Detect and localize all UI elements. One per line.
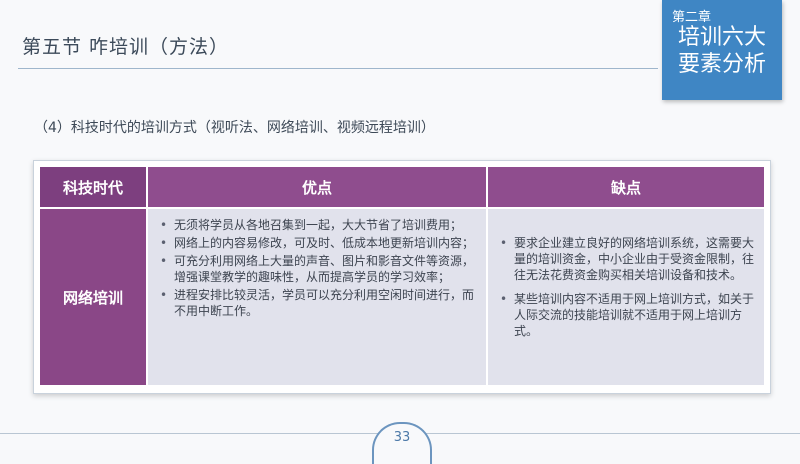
section-subtitle: （4）科技时代的培训方式（视听法、网络培训、视频远程培训）	[34, 120, 435, 136]
chapter-title-line1: 培训六大	[677, 25, 766, 50]
title-divider	[18, 68, 658, 69]
row-label: 网络培训	[40, 209, 146, 385]
comparison-table: 科技时代 优点 缺点 网络培训 无须将学员从各地召集到一起，大大节省了培训费用；…	[33, 160, 771, 394]
advantage-item: 网络上的内容易修改，可及时、低成本地更新培训内容；	[156, 235, 480, 251]
header-era: 科技时代	[40, 167, 146, 207]
header-advantages: 优点	[148, 167, 486, 207]
chapter-title-line2: 要素分析	[677, 52, 766, 77]
chapter-badge: 第二章 培训六大 要素分析	[662, 0, 782, 100]
disadvantages-list: 要求企业建立良好的网络培训系统，这需要大量的培训资金，中小企业由于受资金限制，往…	[496, 235, 760, 347]
page-number: 33	[393, 430, 411, 445]
advantage-item: 无须将学员从各地召集到一起，大大节省了培训费用；	[156, 217, 480, 233]
page-title: 第五节 咋培训（方法）	[22, 36, 230, 58]
advantage-item: 可充分利用网络上大量的声音、图片和影音文件等资源，增强课堂教学的趣味性，从而提高…	[156, 253, 480, 285]
advantage-item: 进程安排比较灵活，学员可以充分利用空闲时间进行，而不用中断工作。	[156, 287, 480, 319]
chapter-number: 第二章	[672, 10, 712, 25]
slide: 第五节 咋培训（方法） 第二章 培训六大 要素分析 （4）科技时代的培训方式（视…	[0, 0, 800, 464]
disadvantage-item: 要求企业建立良好的网络培训系统，这需要大量的培训资金，中小企业由于受资金限制，往…	[496, 235, 760, 283]
header-disadvantages: 缺点	[488, 167, 764, 207]
disadvantages-cell: 要求企业建立良好的网络培训系统，这需要大量的培训资金，中小企业由于受资金限制，往…	[488, 209, 764, 385]
advantages-cell: 无须将学员从各地召集到一起，大大节省了培训费用； 网络上的内容易修改，可及时、低…	[148, 209, 486, 385]
advantages-list: 无须将学员从各地召集到一起，大大节省了培训费用； 网络上的内容易修改，可及时、低…	[156, 217, 480, 321]
chapter-title: 培训六大 要素分析	[662, 24, 782, 78]
disadvantage-item: 某些培训内容不适用于网上培训方式，如关于人际交流的技能培训就不适用于网上培训方式…	[496, 291, 760, 339]
